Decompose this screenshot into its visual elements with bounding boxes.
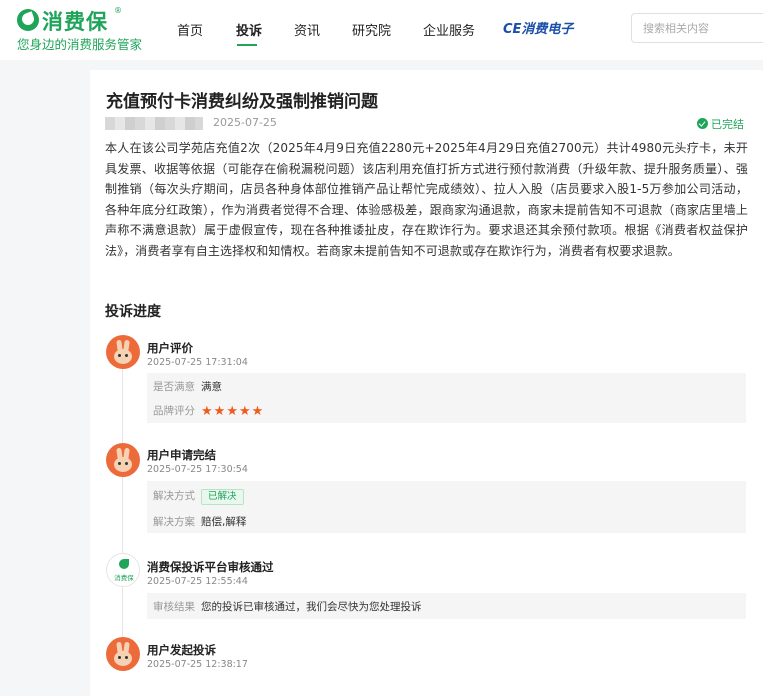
complaint-body: 本人在该公司学苑店充值2次（2025年4月9日充值2280元+2025年4月29… <box>105 141 748 258</box>
detail-label: 品牌评分 <box>153 405 195 417</box>
blurred-username <box>105 117 203 130</box>
star-icon: ★ <box>226 404 238 419</box>
event-detail: 解决方式 已解决 解决方案 赔偿,解释 <box>147 481 746 533</box>
ce-partner-logo[interactable]: CE消费电子 <box>503 18 573 37</box>
timeline-line <box>122 350 123 650</box>
status-badge: 已完结 <box>697 116 744 132</box>
leaf-logo-icon <box>17 9 39 31</box>
user-avatar <box>106 443 140 477</box>
detail-row: 解决方案 赔偿,解释 <box>153 514 246 529</box>
check-circle-icon <box>697 118 708 129</box>
platform-avatar-text: 消费保 <box>114 574 134 582</box>
event-title: 用户发起投诉 <box>147 643 216 657</box>
site-header: 消费保 ® 您身边的消费服务管家 首页 投诉 资讯 研究院 企业服务 CE消费电… <box>0 0 763 60</box>
event-time: 2025-07-25 17:30:54 <box>147 464 248 475</box>
detail-label: 是否满意 <box>153 381 195 393</box>
detail-row: 是否满意 满意 <box>153 379 222 394</box>
detail-value: 赔偿,解释 <box>201 516 247 528</box>
star-icon: ★ <box>201 404 213 419</box>
event-title: 消费保投诉平台审核通过 <box>147 560 274 574</box>
rabbit-avatar-icon <box>114 457 132 472</box>
platform-avatar: 消费保 <box>106 553 140 587</box>
registered-mark: ® <box>114 6 122 15</box>
event-time: 2025-07-25 17:31:04 <box>147 357 248 368</box>
site-logo[interactable]: 消费保 ® 您身边的消费服务管家 <box>17 6 157 52</box>
detail-label: 解决方式 <box>153 490 195 502</box>
complaint-date: 2025-07-25 <box>213 116 277 129</box>
nav-home[interactable]: 首页 <box>177 20 203 39</box>
detail-label: 审核结果 <box>153 601 195 613</box>
detail-value: 您的投诉已审核通过，我们会尽快为您处理投诉 <box>201 601 422 613</box>
search-input[interactable] <box>631 13 763 43</box>
nav-research[interactable]: 研究院 <box>352 20 391 39</box>
event-detail: 审核结果 您的投诉已审核通过，我们会尽快为您处理投诉 <box>147 593 746 619</box>
status-label: 已完结 <box>711 118 744 131</box>
user-avatar <box>106 637 140 671</box>
detail-label: 解决方案 <box>153 516 195 528</box>
user-avatar <box>106 335 140 369</box>
nav-enterprise[interactable]: 企业服务 <box>423 20 475 39</box>
progress-title: 投诉进度 <box>105 304 161 320</box>
event-title: 用户评价 <box>147 341 193 355</box>
event-time: 2025-07-25 12:38:17 <box>147 659 248 670</box>
complaint-card: 充值预付卡消费纠纷及强制推销问题 2025-07-25 已完结 本人在该公司学苑… <box>90 70 763 696</box>
leaf-logo-icon <box>119 559 129 569</box>
event-title: 用户申请完结 <box>147 448 216 462</box>
complaint-title: 充值预付卡消费纠纷及强制推销问题 <box>106 92 378 112</box>
logo-slogan: 您身边的消费服务管家 <box>17 37 143 52</box>
star-icon: ★ <box>238 404 251 419</box>
brand-rating-stars: ★★★★★ <box>201 405 264 418</box>
rabbit-avatar-icon <box>114 349 132 364</box>
logo-name: 消费保 <box>42 10 108 34</box>
rabbit-avatar-icon <box>114 651 132 666</box>
detail-row: 审核结果 您的投诉已审核通过，我们会尽快为您处理投诉 <box>153 599 422 614</box>
detail-value: 满意 <box>201 381 222 393</box>
detail-row: 解决方式 已解决 <box>153 488 244 505</box>
detail-row: 品牌评分 ★★★★★ <box>153 403 264 418</box>
resolved-badge: 已解决 <box>201 489 244 505</box>
star-icon: ★ <box>213 404 226 419</box>
nav-news[interactable]: 资讯 <box>294 20 320 39</box>
event-time: 2025-07-25 12:55:44 <box>147 576 248 587</box>
star-icon: ★ <box>251 404 264 419</box>
nav-complaints[interactable]: 投诉 <box>236 20 262 39</box>
event-detail: 是否满意 满意 品牌评分 ★★★★★ <box>147 373 746 423</box>
nav-active-indicator <box>237 44 257 46</box>
